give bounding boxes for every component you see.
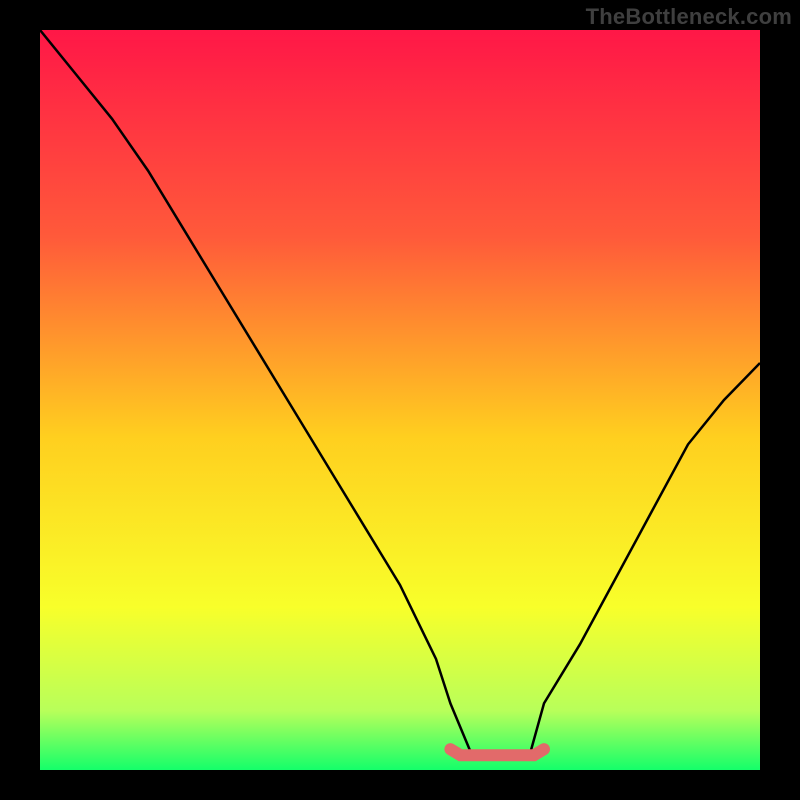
chart-frame: TheBottleneck.com [0,0,800,800]
watermark-text: TheBottleneck.com [586,4,792,30]
plot-area [40,30,760,770]
chart-svg [40,30,760,770]
gradient-background [40,30,760,770]
optimal-flat-segment [450,749,544,755]
